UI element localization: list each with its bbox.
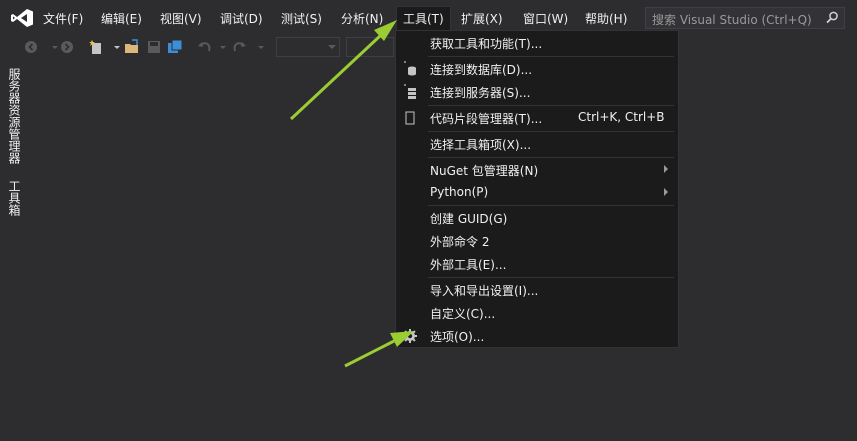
platform-combo[interactable] (346, 37, 394, 57)
menu-separator (428, 56, 674, 57)
menu-item-connect-server[interactable]: 连接到服务器(S)... (396, 81, 678, 103)
undo-icon[interactable] (196, 38, 214, 56)
menu-extensions[interactable]: 扩展(X) (461, 10, 503, 28)
save-all-icon[interactable] (166, 38, 184, 56)
chevron-down-icon (328, 45, 336, 49)
back-icon[interactable] (22, 38, 40, 56)
menu-item-external-command-2[interactable]: 外部命令 2 (396, 230, 678, 252)
configuration-combo[interactable] (276, 37, 340, 57)
menu-item-connect-database[interactable]: 连接到数据库(D)... (396, 58, 678, 80)
menu-item-label: 外部工具(E)... (430, 258, 507, 272)
menu-separator (428, 157, 674, 158)
side-tab-toolbox[interactable]: 工具箱 (6, 180, 23, 216)
search-icon[interactable] (824, 10, 840, 26)
menu-analyze[interactable]: 分析(N) (341, 10, 383, 28)
database-connect-icon (404, 61, 416, 76)
menu-edit[interactable]: 编辑(E) (101, 10, 142, 28)
save-icon[interactable] (145, 38, 163, 56)
menu-item-label: NuGet 包管理器(N) (430, 164, 539, 178)
submenu-arrow-icon (664, 165, 668, 173)
open-folder-icon[interactable] (123, 38, 141, 56)
menu-item-code-snippets-manager[interactable]: 代码片段管理器(T)... Ctrl+K, Ctrl+B (396, 107, 678, 129)
menu-separator (428, 205, 674, 206)
menu-help[interactable]: 帮助(H) (585, 10, 627, 28)
menu-test[interactable]: 测试(S) (281, 10, 322, 28)
search-input[interactable]: 搜索 Visual Studio (Ctrl+Q) (645, 7, 845, 29)
menu-item-label: 创建 GUID(G) (430, 212, 508, 226)
menu-item-label: 自定义(C)... (430, 307, 496, 321)
menu-file[interactable]: 文件(F) (43, 10, 83, 28)
menu-item-label: 获取工具和功能(T)... (430, 37, 543, 51)
menu-separator (428, 277, 674, 278)
forward-icon[interactable] (58, 38, 76, 56)
new-project-icon[interactable] (88, 38, 106, 56)
gear-icon (403, 329, 417, 343)
menu-item-label: 外部命令 2 (430, 235, 490, 249)
menu-item-label: 连接到服务器(S)... (430, 86, 531, 100)
server-connect-icon (404, 84, 416, 99)
menu-item-label: 代码片段管理器(T)... (430, 112, 543, 126)
menu-item-external-tools[interactable]: 外部工具(E)... (396, 253, 678, 275)
menu-item-label: 导入和导出设置(I)... (430, 284, 539, 298)
menu-separator (428, 105, 674, 106)
submenu-arrow-icon (664, 188, 668, 196)
tools-menu-dropdown: 获取工具和功能(T)... 连接到数据库(D)... 连接到服务器(S)... … (395, 30, 679, 348)
redo-icon[interactable] (230, 38, 248, 56)
menu-window[interactable]: 窗口(W) (523, 10, 568, 28)
menu-item-nuget-package-manager[interactable]: NuGet 包管理器(N) (396, 159, 678, 181)
dropdown-arrow-icon[interactable] (252, 38, 270, 56)
menu-item-python[interactable]: Python(P) (396, 182, 678, 204)
menu-item-label: 连接到数据库(D)... (430, 63, 533, 77)
menu-item-create-guid[interactable]: 创建 GUID(G) (396, 207, 678, 229)
menu-item-label: 选项(O)... (430, 330, 485, 344)
menu-debug[interactable]: 调试(D) (220, 10, 263, 28)
menu-item-choose-toolbox-items[interactable]: 选择工具箱项(X)... (396, 133, 678, 155)
menu-item-customize[interactable]: 自定义(C)... (396, 302, 678, 324)
menu-separator (428, 131, 674, 132)
menu-item-options[interactable]: 选项(O)... (396, 325, 678, 347)
snippet-icon (405, 111, 415, 125)
visual-studio-logo-icon[interactable] (10, 8, 34, 28)
menu-view[interactable]: 视图(V) (160, 10, 202, 28)
menu-item-import-export-settings[interactable]: 导入和导出设置(I)... (396, 279, 678, 301)
menu-item-shortcut: Ctrl+K, Ctrl+B (578, 110, 665, 124)
menu-item-get-tools-features[interactable]: 获取工具和功能(T)... (396, 32, 678, 54)
search-placeholder: 搜索 Visual Studio (Ctrl+Q) (652, 13, 812, 27)
menu-tools[interactable]: 工具(T) (396, 6, 451, 31)
menu-item-label: Python(P) (430, 185, 489, 199)
side-tab-server-explorer[interactable]: 服务器资源管理器 (6, 68, 23, 164)
menu-item-label: 选择工具箱项(X)... (430, 138, 532, 152)
